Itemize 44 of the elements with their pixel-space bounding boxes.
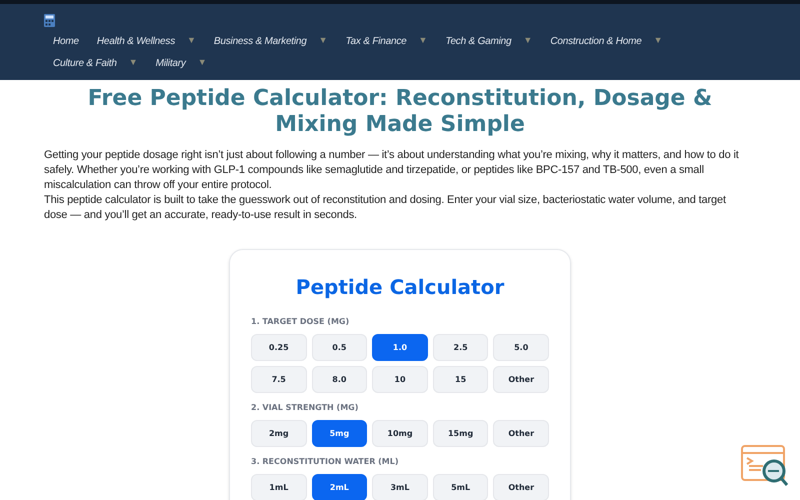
calculator-title: Peptide Calculator xyxy=(294,274,506,301)
section-label: 2. VIAL STRENGTH (MG) xyxy=(251,402,360,414)
option-button[interactable]: 8.0 xyxy=(312,366,368,393)
option-button[interactable]: 15 xyxy=(432,366,488,393)
nav-link[interactable]: Health & Wellness xyxy=(96,34,175,48)
option-button[interactable]: 1mL xyxy=(251,474,307,500)
option-button[interactable]: 5mL xyxy=(432,474,488,500)
nav-link[interactable]: Culture & Faith xyxy=(53,56,117,70)
section-label: 3. RECONSTITUTION WATER (ML) xyxy=(251,456,400,468)
option-button[interactable]: Other xyxy=(493,366,549,393)
dropdown-arrow[interactable]: ▼ xyxy=(523,34,532,48)
option-button[interactable]: 1.0 xyxy=(372,334,428,361)
option-button[interactable]: 10mg xyxy=(372,420,428,447)
intro-paragraph: Getting your peptide dosage right isn’t just about following a number — it’s about understanding what you’re mixing, why it matters, and how to do it safely. Whether you’re working with GLP-1 compounds like semaglutide and tirzepatide, or peptides like BPC-157 and TB-500, even a small miscalculation can throw off your entire protocol. xyxy=(44,148,740,193)
dropdown-arrow[interactable]: ▼ xyxy=(128,56,138,70)
option-button[interactable]: 0.25 xyxy=(251,334,307,361)
option-button[interactable]: 10 xyxy=(372,366,428,393)
option-button[interactable]: 5mg xyxy=(312,420,368,447)
dropdown-arrow[interactable]: ▼ xyxy=(318,34,328,48)
page-title: Free Peptide Calculator: Reconstitution, Dosage & Mixing Made Simple xyxy=(86,86,714,138)
option-button[interactable]: 2mg xyxy=(251,420,307,447)
option-button[interactable]: 7.5 xyxy=(251,366,307,393)
option-button[interactable]: 2.5 xyxy=(432,334,488,361)
option-button[interactable]: 5.0 xyxy=(493,334,549,361)
dropdown-arrow[interactable]: ▼ xyxy=(198,56,207,70)
nav-link[interactable]: Business & Marketing xyxy=(214,34,307,48)
option-button[interactable]: 0.5 xyxy=(312,334,368,361)
nav-link[interactable]: Home xyxy=(53,34,79,48)
code-search-icon[interactable] xyxy=(741,444,791,489)
nav-link[interactable]: Military xyxy=(156,56,186,70)
option-button[interactable]: Other xyxy=(493,474,549,500)
nav-link[interactable]: Construction & Home xyxy=(550,34,642,48)
dropdown-arrow[interactable]: ▼ xyxy=(418,34,428,48)
nav-link[interactable]: Tech & Gaming xyxy=(445,34,512,48)
section-label: 1. TARGET DOSE (MG) xyxy=(251,316,350,328)
dropdown-arrow[interactable]: ▼ xyxy=(187,34,196,48)
intro-paragraph: This peptide calculator is built to take the guesswork out of reconstitution and dosing. Enter your vial size, bacteriostatic water volume, and target dose — and you’ll get an accurate, ready-to-use result in seconds. xyxy=(44,193,727,223)
option-button[interactable]: 3mL xyxy=(372,474,428,500)
calculator-logo-icon[interactable] xyxy=(44,14,55,27)
nav-link[interactable]: Tax & Finance xyxy=(346,34,407,48)
option-button[interactable]: 15mg xyxy=(432,420,488,447)
option-button[interactable]: Other xyxy=(493,420,549,447)
dropdown-arrow[interactable]: ▼ xyxy=(654,34,663,48)
option-button[interactable]: 2mL xyxy=(312,474,368,500)
